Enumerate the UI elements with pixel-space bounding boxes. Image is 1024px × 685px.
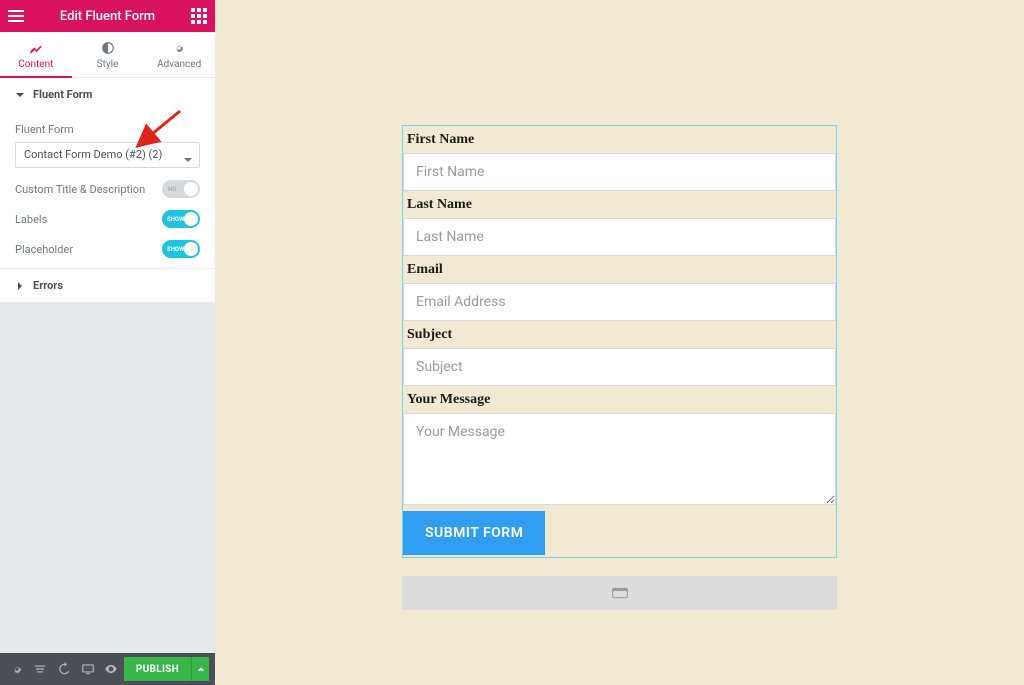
chevron-down-icon bbox=[183, 150, 193, 160]
panel-tabs: Content Style Advanced bbox=[0, 32, 215, 78]
preview-canvas: First Name Last Name Email Subject Your … bbox=[215, 0, 1024, 685]
responsive-icon[interactable] bbox=[77, 656, 99, 682]
tab-advanced[interactable]: Advanced bbox=[143, 32, 215, 77]
caret-right-icon bbox=[15, 281, 25, 291]
message-label: Your Message bbox=[403, 386, 836, 413]
control-custom-title: Custom Title & Description bbox=[15, 180, 200, 198]
publish-group: PUBLISH bbox=[124, 657, 209, 681]
email-label: Email bbox=[403, 256, 836, 283]
panel-footer: PUBLISH bbox=[0, 653, 215, 685]
preview-icon[interactable] bbox=[100, 656, 122, 682]
placeholder-toggle-label: Placeholder bbox=[15, 243, 73, 256]
email-input[interactable] bbox=[403, 283, 836, 321]
placeholder-toggle[interactable] bbox=[162, 240, 200, 258]
fluent-form-select-value: Contact Form Demo (#2) (2) bbox=[24, 148, 162, 161]
last-name-input[interactable] bbox=[403, 218, 836, 256]
fluent-form-select[interactable]: Contact Form Demo (#2) (2) bbox=[15, 142, 200, 168]
labels-toggle-label: Labels bbox=[15, 213, 47, 226]
history-icon[interactable] bbox=[53, 656, 75, 682]
panel-header: Edit Fluent Form bbox=[0, 0, 215, 32]
control-fluent-form-select: Fluent Form Contact Form Demo (#2) (2) bbox=[15, 123, 200, 168]
first-name-input[interactable] bbox=[403, 153, 836, 191]
message-textarea[interactable] bbox=[403, 413, 836, 505]
menu-icon[interactable] bbox=[0, 0, 32, 32]
editor-panel: Edit Fluent Form Content Style Advanced … bbox=[0, 0, 215, 685]
widgets-icon[interactable] bbox=[183, 0, 215, 32]
fluent-form-select-label: Fluent Form bbox=[15, 123, 200, 136]
custom-title-toggle[interactable] bbox=[162, 180, 200, 198]
settings-icon[interactable] bbox=[6, 656, 28, 682]
section-errors: Errors bbox=[0, 269, 215, 303]
section-errors-title: Errors bbox=[33, 279, 63, 292]
tab-style[interactable]: Style bbox=[72, 32, 144, 77]
section-errors-header[interactable]: Errors bbox=[0, 269, 215, 302]
publish-button[interactable]: PUBLISH bbox=[124, 657, 191, 681]
panel-title: Edit Fluent Form bbox=[32, 9, 183, 24]
custom-title-label: Custom Title & Description bbox=[15, 183, 145, 196]
section-fluent-form-header[interactable]: Fluent Form bbox=[0, 78, 215, 111]
subject-label: Subject bbox=[403, 321, 836, 348]
labels-toggle[interactable] bbox=[162, 210, 200, 228]
section-fluent-form-title: Fluent Form bbox=[33, 88, 92, 101]
fluent-form-widget[interactable]: First Name Last Name Email Subject Your … bbox=[402, 125, 837, 558]
control-labels: Labels bbox=[15, 210, 200, 228]
section-fluent-form-body: Fluent Form Contact Form Demo (#2) (2) C… bbox=[0, 123, 215, 268]
navigator-icon[interactable] bbox=[30, 656, 52, 682]
publish-options-button[interactable] bbox=[191, 657, 209, 681]
first-name-label: First Name bbox=[403, 126, 836, 153]
add-section-placeholder[interactable] bbox=[402, 576, 837, 610]
tab-content[interactable]: Content bbox=[0, 32, 72, 77]
tab-advanced-label: Advanced bbox=[157, 59, 201, 70]
tab-content-label: Content bbox=[18, 59, 53, 70]
control-placeholder: Placeholder bbox=[15, 240, 200, 258]
subject-input[interactable] bbox=[403, 348, 836, 386]
section-fluent-form: Fluent Form Fluent Form Contact Form Dem… bbox=[0, 78, 215, 269]
submit-button[interactable]: SUBMIT FORM bbox=[403, 511, 545, 555]
last-name-label: Last Name bbox=[403, 191, 836, 218]
caret-down-icon bbox=[15, 90, 25, 100]
tab-style-label: Style bbox=[97, 59, 119, 70]
